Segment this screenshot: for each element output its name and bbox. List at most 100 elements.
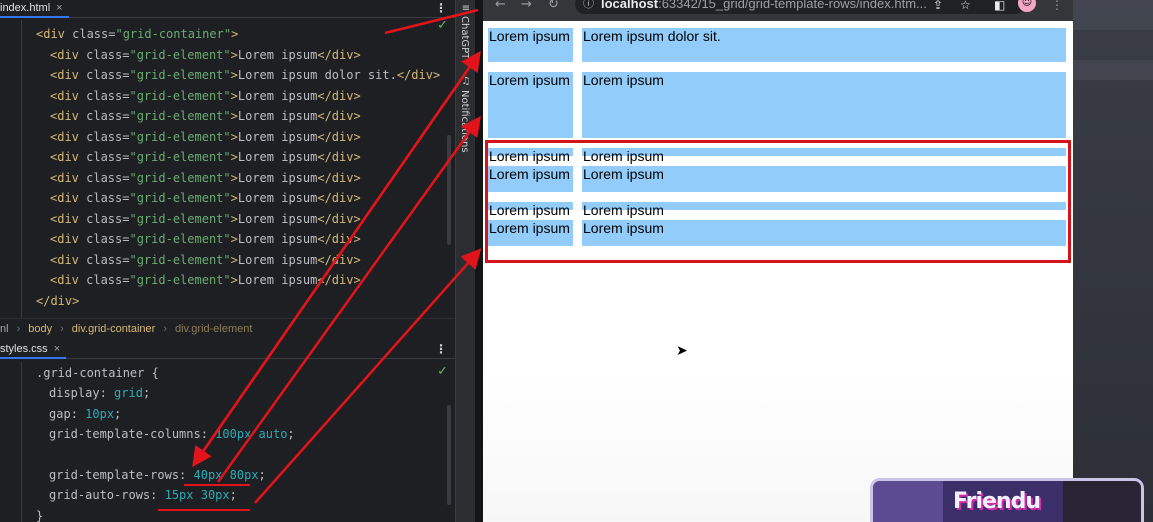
html-tag-bracket: >: [72, 293, 80, 308]
html-tag-open: <div: [50, 88, 79, 103]
html-tag-open: <div: [36, 27, 65, 41]
editor-scrollbar[interactable]: [447, 135, 451, 245]
tab-styles-css[interactable]: styles.css ×: [0, 341, 67, 359]
html-tag-bracket: >: [230, 170, 238, 185]
html-tag-close: </div>: [317, 170, 361, 185]
editor-scrollbar[interactable]: [447, 405, 451, 505]
css-property: grid-template-columns: [49, 427, 201, 442]
html-attribute-value: "grid-container": [115, 27, 232, 41]
chatgpt-panel-label[interactable]: ChatGPT: [459, 16, 470, 59]
webcam-overlay: Friendu: [870, 478, 1144, 522]
breadcrumb-separator-icon: ›: [60, 322, 64, 335]
breadcrumb-body[interactable]: body: [28, 323, 52, 335]
css-property: grid-auto-rows: [49, 488, 151, 503]
css-colon: :: [150, 488, 165, 503]
html-tag-bracket: >: [230, 109, 238, 123]
no-problems-check-icon: ✓: [437, 18, 448, 33]
css-colon: :: [70, 406, 86, 421]
ide-right-toolstrip: ≡ ChatGPT ♫ Notifications: [455, 0, 475, 522]
browser-menu-icon[interactable]: ⋮: [1051, 0, 1063, 11]
css-line: grid-template-columns: 100px auto;: [49, 424, 295, 444]
html-attribute-value: "grid-element": [129, 150, 231, 164]
html-attribute-value: "grid-element": [129, 68, 231, 82]
breadcrumb-separator-icon: ›: [163, 322, 167, 335]
no-problems-check-icon: ✓: [437, 364, 448, 379]
html-tag-bracket: >: [230, 68, 238, 82]
html-attribute: class=: [64, 27, 116, 41]
notifications-icon[interactable]: ♫: [460, 76, 472, 88]
html-text: Lorem ipsum: [237, 273, 318, 287]
profile-avatar[interactable]: ☺: [1018, 0, 1036, 12]
code-line: </div>: [36, 291, 79, 311]
code-editor: index.html × ⋮ ✓ <div class="grid-contai…: [0, 0, 455, 522]
html-text: Lorem ipsum: [237, 232, 318, 246]
chatgpt-panel-icon[interactable]: ≡: [460, 3, 472, 15]
css-colon: :: [179, 468, 194, 482]
html-text: Lorem ipsum: [237, 109, 318, 123]
code-line: <div class="grid-element">Lorem ipsum</d…: [50, 45, 361, 65]
more-options-icon[interactable]: ⋮: [435, 341, 447, 357]
html-tag-close: </div>: [396, 68, 441, 82]
html-text: Lorem ipsum: [237, 252, 318, 267]
html-tag-close: </div>: [317, 232, 361, 246]
html-tag-bracket: >: [231, 27, 239, 41]
more-options-icon[interactable]: ⋮: [435, 0, 447, 16]
html-tag-close: </div>: [317, 191, 361, 205]
html-attribute-value: "grid-element": [129, 129, 231, 144]
html-tag-open: <div: [50, 129, 79, 144]
html-attribute-value: "grid-element": [129, 232, 231, 246]
grid-element: Lorem ipsum: [488, 28, 573, 62]
background-desktop: [1073, 0, 1153, 522]
html-tag-bracket: >: [230, 211, 238, 226]
html-attribute: class=: [78, 232, 130, 246]
html-attribute: class=: [78, 129, 130, 144]
html-attribute: class=: [78, 68, 130, 82]
html-tag-bracket: >: [230, 191, 238, 205]
reload-icon[interactable]: ↻: [548, 0, 559, 11]
close-tab-icon[interactable]: ×: [56, 1, 62, 16]
html-tag-close: </div>: [317, 47, 361, 62]
css-value: 10px: [85, 406, 115, 421]
webcam-background: [1063, 481, 1141, 522]
html-tag-open: <div: [50, 68, 79, 82]
html-attribute: class=: [78, 109, 130, 123]
html-attribute: class=: [78, 273, 130, 287]
share-icon[interactable]: ⇪: [933, 0, 943, 11]
webcam-background: [873, 481, 943, 522]
breadcrumb-grid-container[interactable]: div.grid-container: [72, 323, 156, 335]
close-tab-icon[interactable]: ×: [54, 342, 60, 357]
css-editor-tabbar: styles.css × ⋮: [0, 341, 455, 359]
bookmark-star-icon[interactable]: ☆: [960, 0, 971, 11]
breadcrumb-root[interactable]: nl: [0, 323, 9, 335]
html-editor-tabbar: index.html × ⋮: [0, 0, 455, 18]
back-arrow-icon[interactable]: ←: [495, 0, 506, 11]
html-tag-close: </div>: [317, 129, 361, 144]
browser-window: ← → ↻ ⓘ localhost:63342/15_grid/grid-tem…: [483, 0, 1073, 522]
html-tag-bracket: >: [230, 129, 238, 144]
notifications-panel-label[interactable]: Notifications: [459, 90, 470, 153]
blurred-region: [1073, 0, 1153, 30]
browser-toolbar: ← → ↻ ⓘ localhost:63342/15_grid/grid-tem…: [483, 0, 1073, 21]
breadcrumb: nl › body › div.grid-container › div.gri…: [0, 318, 455, 338]
css-value: grid: [114, 386, 143, 401]
forward-arrow-icon[interactable]: →: [521, 0, 532, 11]
site-info-icon[interactable]: ⓘ: [583, 0, 594, 14]
html-tag-close: </div>: [317, 252, 361, 267]
css-semicolon: ;: [287, 427, 295, 442]
css-line: grid-template-rows: 40px 80px;: [49, 465, 266, 485]
html-attribute-value: "grid-element": [129, 252, 231, 267]
breadcrumb-separator-icon: ›: [16, 322, 21, 335]
html-tag-open: <div: [50, 150, 79, 164]
html-attribute-value: "grid-element": [129, 170, 231, 185]
html-tag-open: <div: [50, 211, 79, 226]
code-line: <div class="grid-element">Lorem ipsum</d…: [50, 106, 361, 126]
webcam-brand-text: Friendu: [953, 489, 1041, 514]
address-bar[interactable]: ⓘ localhost:63342/15_grid/grid-template-…: [575, 0, 1025, 14]
code-line: <div class="grid-element">Lorem ipsum</d…: [50, 188, 361, 208]
tab-index-html[interactable]: index.html ×: [0, 0, 69, 18]
breadcrumb-grid-element[interactable]: div.grid-element: [175, 323, 252, 335]
html-attribute-value: "grid-element": [129, 211, 231, 226]
html-text: Lorem ipsum: [237, 191, 318, 205]
side-panel-icon[interactable]: ◧: [994, 0, 1005, 11]
code-line: <div class="grid-element">Lorem ipsum</d…: [50, 250, 361, 270]
